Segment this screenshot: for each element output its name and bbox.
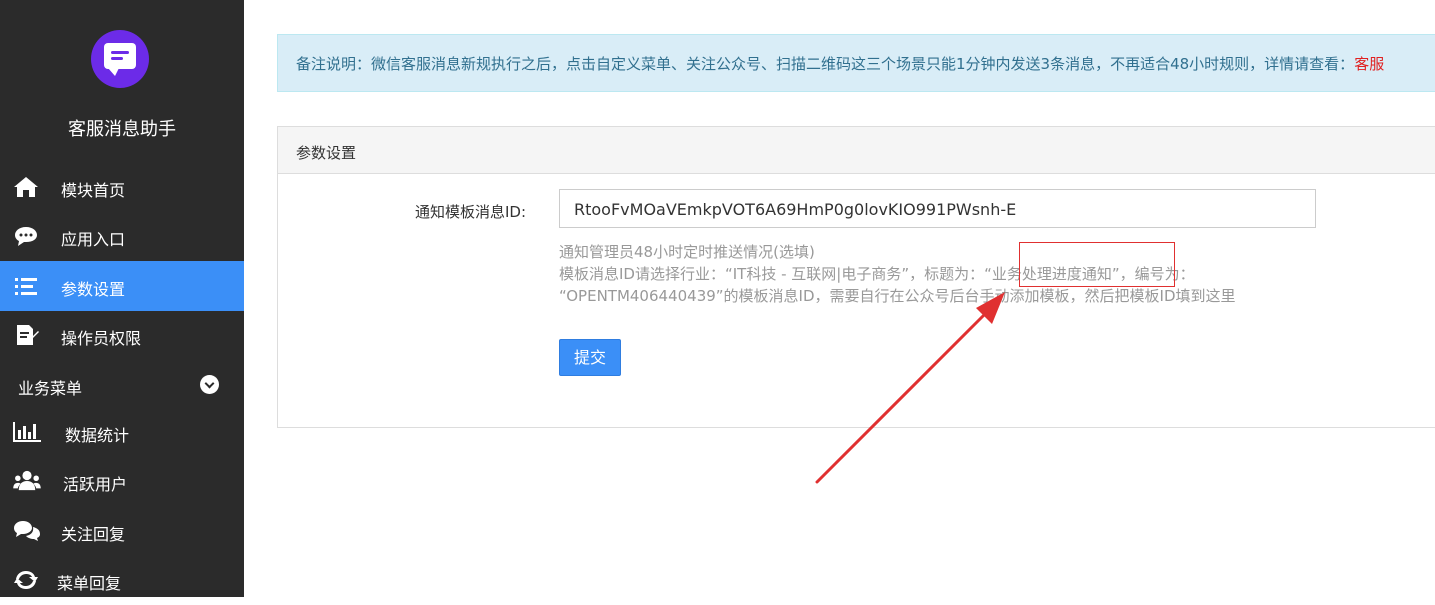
template-id-label: 通知模板消息ID: xyxy=(415,203,527,221)
sidebar-item-label: 菜单回复 xyxy=(57,574,122,593)
chat-bubble-icon xyxy=(15,227,37,246)
home-icon xyxy=(14,177,38,197)
notice-link[interactable]: 客服 xyxy=(1354,55,1384,73)
sidebar: 客服消息助手 模块首页 应用入口 参数设置 操作员权限 业务菜单 数据统计 活跃… xyxy=(0,0,244,597)
sidebar-item-label: 模块首页 xyxy=(61,181,126,200)
sidebar-item-menu-reply[interactable]: 菜单回复 xyxy=(0,555,244,605)
chevron-down-icon[interactable] xyxy=(200,375,219,394)
annotation-highlight-box xyxy=(1019,242,1175,287)
chat-bubbles-icon xyxy=(14,521,40,541)
sidebar-item-label: 参数设置 xyxy=(61,280,126,299)
panel-title: 参数设置 xyxy=(278,127,1435,174)
settings-panel: 参数设置 通知模板消息ID: RtooFvMOaVEmkpVOT6A69HmP0… xyxy=(277,126,1435,428)
list-icon xyxy=(15,278,37,295)
help-text-line-1: 通知管理员48小时定时推送情况(选填) xyxy=(559,243,815,261)
notice-text: 备注说明：微信客服消息新规执行之后，点击自定义菜单、关注公众号、扫描二维码这三个… xyxy=(296,55,1355,73)
sidebar-item-label: 应用入口 xyxy=(61,230,126,249)
users-icon xyxy=(13,470,41,491)
sidebar-item-label: 活跃用户 xyxy=(63,475,128,494)
section-business-menu[interactable]: 业务菜单 xyxy=(18,375,82,399)
sidebar-item-statistics[interactable]: 数据统计 xyxy=(0,407,244,457)
help-text-line-3: “OPENTM406440439”的模板消息ID，需要自行在公众号后台手动添加模… xyxy=(559,287,1236,305)
submit-button[interactable]: 提交 xyxy=(559,339,621,376)
app-logo xyxy=(91,30,149,88)
sidebar-item-active-users[interactable]: 活跃用户 xyxy=(0,456,244,506)
template-id-input[interactable]: RtooFvMOaVEmkpVOT6A69HmP0g0lovKIO991PWsn… xyxy=(559,189,1316,228)
notice-alert: 备注说明：微信客服消息新规执行之后，点击自定义菜单、关注公众号、扫描二维码这三个… xyxy=(277,34,1435,92)
sidebar-item-settings[interactable]: 参数设置 xyxy=(0,261,244,311)
sidebar-item-label: 操作员权限 xyxy=(61,329,142,348)
sidebar-item-label: 关注回复 xyxy=(61,525,126,544)
edit-document-icon xyxy=(17,325,39,345)
sidebar-item-operator-permissions[interactable]: 操作员权限 xyxy=(0,310,244,360)
sidebar-item-home[interactable]: 模块首页 xyxy=(0,162,244,212)
sidebar-item-label: 数据统计 xyxy=(65,426,130,445)
refresh-icon xyxy=(14,571,38,589)
app-title: 客服消息助手 xyxy=(68,119,176,140)
sidebar-item-follow-reply[interactable]: 关注回复 xyxy=(0,506,244,556)
bar-chart-icon xyxy=(13,422,41,442)
sidebar-item-app-entry[interactable]: 应用入口 xyxy=(0,211,244,261)
message-icon xyxy=(104,43,136,76)
